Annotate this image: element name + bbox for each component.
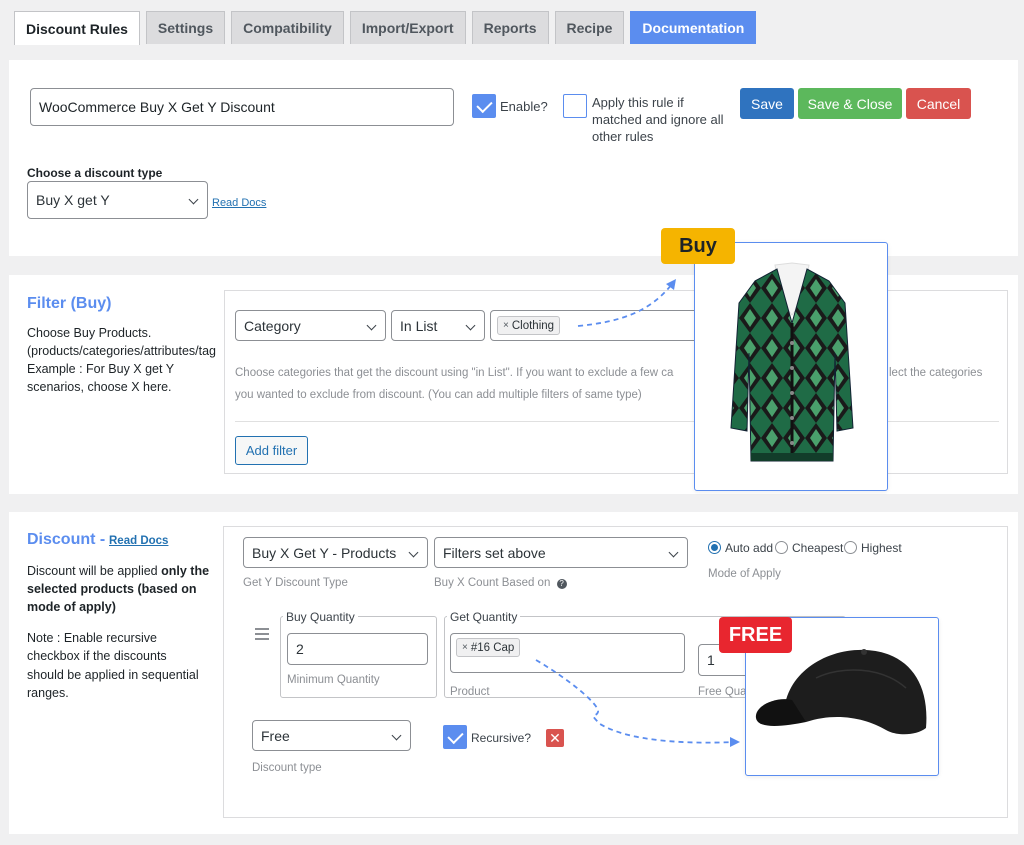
discount-type-heading: Choose a discount type: [27, 166, 163, 180]
tab-recipe[interactable]: Recipe: [554, 11, 625, 44]
enable-checkbox[interactable]: [472, 94, 496, 118]
filter-hint-1-tail: lect the categories: [889, 367, 983, 379]
drag-handle-icon[interactable]: [255, 628, 269, 643]
exclusive-label-line1: Apply this rule if: [592, 95, 684, 110]
filter-desc-3: Example : For Buy X get Y: [27, 362, 175, 376]
save-button[interactable]: Save: [740, 88, 794, 119]
filter-method-select[interactable]: In List: [391, 310, 485, 341]
filter-type-value: Category: [244, 317, 301, 334]
filter-method-value: In List: [400, 317, 438, 334]
buy-quantity-legend: Buy Quantity: [283, 610, 358, 624]
mode-auto-add-label: Auto add: [725, 541, 774, 555]
tab-bar: Discount Rules Settings Compatibility Im…: [14, 11, 757, 45]
recursive-checkbox[interactable]: [443, 725, 467, 749]
discount-note-2: checkbox if the discounts: [27, 649, 167, 663]
rule-name-input[interactable]: [30, 88, 454, 126]
exclusive-checkbox[interactable]: [563, 94, 587, 118]
filter-hint-1: Choose categories that get the discount …: [235, 367, 674, 379]
chevron-down-icon: [366, 320, 377, 331]
product-chip-cap[interactable]: × #16 Cap: [456, 638, 521, 657]
discount-read-docs-link[interactable]: Read Docs: [109, 535, 168, 547]
tab-settings[interactable]: Settings: [145, 11, 226, 44]
remove-icon[interactable]: ×: [462, 642, 468, 653]
discount-title: Discount -: [27, 531, 106, 548]
product-sub: Product: [450, 686, 490, 698]
tab-compatibility[interactable]: Compatibility: [231, 11, 344, 44]
chevron-down-icon: [668, 547, 679, 558]
close-icon: ✕: [549, 729, 561, 746]
filter-desc-2: (products/categories/attributes/tag: [27, 344, 216, 358]
chevron-down-icon: [391, 730, 402, 741]
filter-box: Category In List × Clothing Choose categ…: [224, 290, 1008, 474]
discount-note-3: should be applied in sequential: [27, 668, 199, 682]
buy-count-label: Buy X Count Based on ?: [434, 577, 567, 589]
buy-count-select[interactable]: Filters set above: [434, 537, 688, 568]
get-quantity-legend: Get Quantity: [447, 610, 521, 624]
filter-chip-clothing[interactable]: × Clothing: [497, 316, 561, 335]
read-docs-link[interactable]: Read Docs: [212, 197, 266, 209]
mode-label: Mode of Apply: [708, 568, 781, 580]
tab-reports[interactable]: Reports: [471, 11, 549, 44]
get-y-type-select[interactable]: Buy X Get Y - Products: [243, 537, 428, 568]
buy-badge: Buy: [661, 228, 735, 264]
help-icon[interactable]: ?: [556, 578, 567, 589]
mode-highest-label: Highest: [861, 541, 902, 555]
discount-type-select[interactable]: Buy X get Y: [27, 181, 208, 219]
filter-hint-2: you wanted to exclude from discount. (Yo…: [235, 389, 642, 401]
tab-import-export[interactable]: Import/Export: [349, 11, 466, 44]
cardigan-image: [730, 262, 854, 462]
recursive-label: Recursive?: [471, 731, 532, 745]
discount-desc-line3: mode of apply): [27, 600, 116, 614]
filter-desc-4: scenarios, choose X here.: [27, 380, 172, 394]
get-y-type-label: Get Y Discount Type: [243, 577, 348, 589]
tab-documentation[interactable]: Documentation: [630, 11, 757, 44]
mode-cheapest-radio[interactable]: [775, 541, 788, 554]
buy-quantity-input[interactable]: 2: [287, 633, 428, 665]
exclusive-label-line3: other rules: [592, 129, 654, 144]
free-quantity-sub: Free Qua: [698, 686, 747, 698]
mode-highest-radio[interactable]: [844, 541, 857, 554]
buy-product-card: [694, 242, 888, 491]
mode-auto-add-radio[interactable]: [708, 541, 721, 554]
discount-note-1: Note : Enable recursive: [27, 631, 157, 645]
discount-type-value: Buy X get Y: [36, 192, 110, 208]
filter-desc-1: Choose Buy Products.: [27, 326, 152, 340]
discount-type-sub: Discount type: [252, 762, 322, 774]
buy-quantity-sub: Minimum Quantity: [287, 674, 380, 686]
discount-desc-line1: Discount will be applied only the: [27, 564, 210, 578]
discount-desc-line2: selected products (based on: [27, 582, 197, 596]
rule-header-panel: Enable? Apply this rule if matched and i…: [9, 60, 1018, 256]
free-badge: FREE: [719, 617, 792, 653]
cancel-button[interactable]: Cancel: [906, 88, 971, 119]
filter-title: Filter (Buy): [27, 295, 112, 312]
tab-discount-rules[interactable]: Discount Rules: [14, 11, 140, 45]
remove-icon[interactable]: ×: [503, 320, 509, 331]
enable-label: Enable?: [500, 99, 548, 114]
discount-type-value-select[interactable]: Free: [252, 720, 411, 751]
chevron-down-icon: [408, 547, 419, 558]
filter-type-select[interactable]: Category: [235, 310, 386, 341]
mode-cheapest-label: Cheapest: [792, 541, 844, 555]
discount-note-4: ranges.: [27, 686, 69, 700]
chevron-down-icon: [465, 320, 476, 331]
chevron-down-icon: [188, 194, 199, 205]
delete-range-button[interactable]: ✕: [546, 729, 564, 747]
save-close-button[interactable]: Save & Close: [798, 88, 902, 119]
exclusive-label-line2: matched and ignore all: [592, 112, 724, 127]
add-filter-button[interactable]: Add filter: [235, 436, 308, 465]
